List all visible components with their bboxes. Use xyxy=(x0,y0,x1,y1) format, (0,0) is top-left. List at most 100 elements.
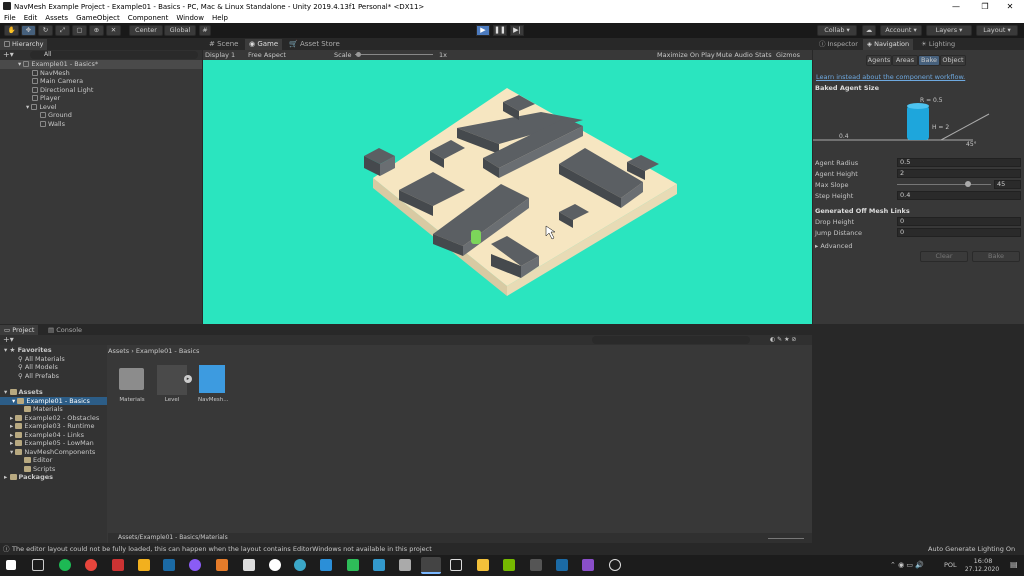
collab-dropdown[interactable]: Collab ▾ xyxy=(817,25,857,36)
folder-example04[interactable]: ▸ Example04 - Links xyxy=(0,431,107,440)
hierarchy-item-level[interactable]: ▾ Level xyxy=(0,103,202,112)
steam-icon[interactable] xyxy=(556,559,568,571)
pivot-center-toggle[interactable]: Center xyxy=(129,25,163,36)
language-indicator[interactable]: POL xyxy=(944,561,957,569)
max-slope-slider[interactable] xyxy=(897,184,991,185)
menu-assets[interactable]: Assets xyxy=(45,13,68,23)
visual-studio-icon[interactable] xyxy=(582,559,594,571)
aspect-dropdown[interactable]: Free Aspect xyxy=(248,50,286,60)
hierarchy-search-input[interactable]: All xyxy=(30,51,198,59)
subtab-object[interactable]: Object xyxy=(940,55,966,66)
chrome-icon[interactable] xyxy=(85,559,97,571)
hierarchy-item-main-camera[interactable]: Main Camera xyxy=(0,77,202,86)
maximize-button[interactable]: ❐ xyxy=(971,1,999,12)
game-view[interactable] xyxy=(203,60,812,324)
folder-example05[interactable]: ▸ Example05 - LowMan xyxy=(0,439,107,448)
gizmos-dropdown[interactable]: Gizmos xyxy=(776,50,800,60)
vscode-icon[interactable] xyxy=(320,559,332,571)
layout-dropdown[interactable]: Layout ▾ xyxy=(976,25,1018,36)
asset-materials[interactable]: Materials xyxy=(118,365,146,405)
tab-lighting[interactable]: ☀ Lighting xyxy=(917,39,959,50)
account-dropdown[interactable]: Account ▾ xyxy=(880,25,922,36)
fav-all-prefabs[interactable]: ⚲ All Prefabs xyxy=(0,372,107,381)
subtab-areas[interactable]: Areas xyxy=(892,55,918,66)
fav-all-models[interactable]: ⚲ All Models xyxy=(0,363,107,372)
hierarchy-item-light[interactable]: Directional Light xyxy=(0,86,202,95)
clock-time[interactable]: 16:08 xyxy=(968,557,998,565)
app-icon[interactable] xyxy=(347,559,359,571)
subtab-bake[interactable]: Bake xyxy=(918,55,940,66)
tab-console[interactable]: ▤ Console xyxy=(44,325,86,335)
unity-taskbar-icon[interactable] xyxy=(421,557,441,574)
custom-tool-icon[interactable]: ✕ xyxy=(106,25,121,36)
scale-slider[interactable] xyxy=(355,54,433,55)
tab-project[interactable]: ▭ Project xyxy=(0,325,39,335)
messenger-icon[interactable] xyxy=(189,559,201,571)
expand-icon[interactable]: ▸ xyxy=(184,375,192,383)
project-search-input[interactable] xyxy=(592,336,750,344)
display-dropdown[interactable]: Display 1 xyxy=(205,50,235,60)
hierarchy-item-ground[interactable]: Ground xyxy=(0,111,202,120)
app-icon[interactable] xyxy=(530,559,542,571)
fav-all-materials[interactable]: ⚲ All Materials xyxy=(0,355,107,364)
close-button[interactable]: ✕ xyxy=(996,1,1024,12)
folder-materials[interactable]: Materials xyxy=(0,405,107,414)
rotate-tool-icon[interactable]: ↻ xyxy=(38,25,53,36)
favorites-row[interactable]: ▾ ★ Favorites xyxy=(0,346,107,355)
folder-scripts[interactable]: Scripts xyxy=(0,465,107,474)
cloud-icon[interactable]: ☁ xyxy=(862,25,876,36)
unity-hub-icon[interactable] xyxy=(450,559,462,571)
asset-navmesh[interactable]: NavMesh... xyxy=(198,365,228,405)
create-icon[interactable]: +▾ xyxy=(3,335,14,344)
spotify-icon[interactable] xyxy=(59,559,71,571)
nvidia-icon[interactable] xyxy=(503,559,515,571)
tab-asset-store[interactable]: 🛒 Asset Store xyxy=(285,39,344,50)
app-icon[interactable] xyxy=(112,559,124,571)
jump-distance-field[interactable]: 0 xyxy=(897,228,1021,237)
rect-tool-icon[interactable]: ▢ xyxy=(72,25,87,36)
scale-slider-knob[interactable] xyxy=(356,52,361,57)
filter-icon[interactable]: ◐ ✎ ★ ⊘ xyxy=(770,336,796,343)
layers-dropdown[interactable]: Layers ▾ xyxy=(926,25,972,36)
add-icon[interactable]: +▾ xyxy=(3,50,14,59)
menu-gameobject[interactable]: GameObject xyxy=(76,13,120,23)
advanced-foldout[interactable]: ▸ Advanced xyxy=(815,242,852,250)
tab-scene[interactable]: # Scene xyxy=(205,39,242,50)
max-slope-slider-knob[interactable] xyxy=(964,181,971,187)
max-slope-field[interactable]: 45 xyxy=(994,180,1021,189)
tab-inspector[interactable]: ⓘ Inspector xyxy=(815,39,862,50)
blender-icon[interactable] xyxy=(216,559,228,571)
maximize-on-play-toggle[interactable]: Maximize On Play xyxy=(657,50,715,60)
stats-toggle[interactable]: Stats xyxy=(755,50,772,60)
grid-snap-icon[interactable]: # xyxy=(199,25,211,36)
scale-tool-icon[interactable]: ⤢ xyxy=(55,25,70,36)
assets-row[interactable]: ▾ Assets xyxy=(0,388,107,397)
hand-tool-icon[interactable]: ✋ xyxy=(4,25,19,36)
unreal-icon[interactable] xyxy=(269,559,281,571)
start-icon[interactable] xyxy=(6,560,16,570)
packages-row[interactable]: ▸ Packages xyxy=(0,473,107,482)
pause-button[interactable]: ❚❚ xyxy=(493,25,507,36)
thumbnail-size-slider[interactable] xyxy=(768,538,804,539)
minimize-button[interactable]: — xyxy=(942,1,970,12)
hierarchy-item-navmesh[interactable]: NavMesh xyxy=(0,69,202,78)
play-button[interactable]: ▶ xyxy=(476,25,490,36)
agent-radius-field[interactable]: 0.5 xyxy=(897,158,1021,167)
menu-component[interactable]: Component xyxy=(128,13,169,23)
folder-example03[interactable]: ▸ Example03 - Runtime xyxy=(0,422,107,431)
folder-navmeshcomponents[interactable]: ▾ NavMeshComponents xyxy=(0,448,107,457)
folder-editor[interactable]: Editor xyxy=(0,456,107,465)
menu-help[interactable]: Help xyxy=(212,13,228,23)
menu-edit[interactable]: Edit xyxy=(24,13,38,23)
step-button[interactable]: ▶| xyxy=(510,25,524,36)
agent-height-field[interactable]: 2 xyxy=(897,169,1021,178)
space-global-toggle[interactable]: Global xyxy=(164,25,196,36)
bake-button[interactable]: Bake xyxy=(972,251,1020,262)
app-icon[interactable] xyxy=(294,559,306,571)
folder-example01[interactable]: ▾ Example01 - Basics xyxy=(0,396,107,405)
scene-row[interactable]: ▾ Example01 - Basics* xyxy=(0,60,202,69)
move-tool-icon[interactable]: ✥ xyxy=(21,25,36,36)
mute-audio-toggle[interactable]: Mute Audio xyxy=(716,50,753,60)
clock-date[interactable]: 27.12.2020 xyxy=(962,566,1002,573)
hierarchy-item-walls[interactable]: Walls xyxy=(0,120,202,129)
